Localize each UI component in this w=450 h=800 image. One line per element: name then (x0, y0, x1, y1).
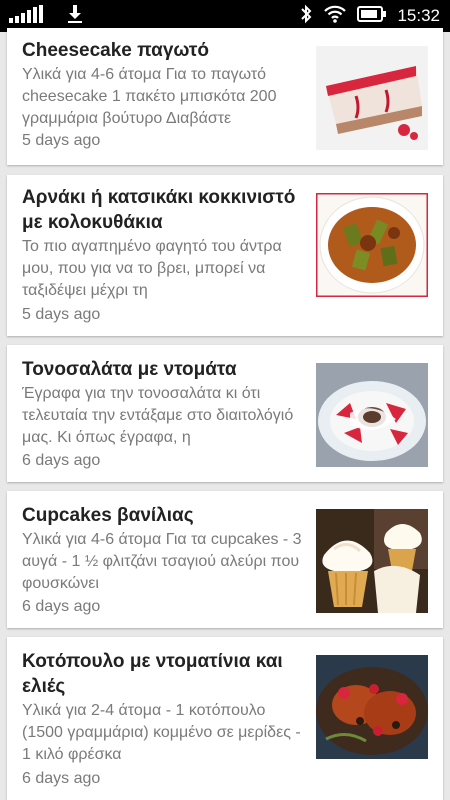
bluetooth-icon (299, 4, 313, 29)
recipe-description: Υλικά για 2-4 άτομα - 1 κοτόπουλο (1500 … (22, 702, 301, 763)
cupcakes-image (316, 509, 428, 613)
recipe-card[interactable]: Αρνάκι ή κατσικάκι κοκκινιστό με κολοκυθ… (7, 175, 443, 336)
recipe-description: Υλικά για 4-6 άτομα Για το παγωτό cheese… (22, 66, 277, 127)
recipe-age: 5 days ago (22, 132, 101, 149)
recipe-title: Αρνάκι ή κατσικάκι κοκκινιστό με κολοκυθ… (22, 187, 296, 233)
recipe-age: 6 days ago (22, 770, 101, 787)
tuna-salad-image (316, 363, 428, 467)
recipe-title: Κοτόπουλο με ντοματίνια και ελιές (22, 651, 283, 697)
recipe-description: Έγραφα για την τονοσαλάτα κι ότι τελευτα… (22, 385, 294, 446)
recipe-card[interactable]: Κοτόπουλο με ντοματίνια και ελιές Υλικά … (7, 637, 443, 800)
recipe-age: 6 days ago (22, 598, 101, 615)
recipe-title: Cheesecake παγωτό (22, 40, 210, 61)
battery-icon (357, 5, 387, 27)
recipe-age: 5 days ago (22, 306, 101, 323)
download-icon (66, 4, 84, 29)
recipe-title: Τονοσαλάτα με ντομάτα (22, 359, 237, 380)
recipe-description: Υλικά για 4-6 άτομα Για τα cupcakes - 3 … (22, 531, 302, 592)
signal-bars-icon (8, 4, 52, 28)
recipe-age: 6 days ago (22, 452, 101, 469)
chicken-dish-image (316, 655, 428, 759)
cheesecake-image (316, 46, 428, 150)
recipe-card[interactable]: Cupcakes βανίλιας Υλικά για 4-6 άτομα Γι… (7, 491, 443, 628)
recipe-description: Το πιο αγαπημένο φαγητό του άντρα μου, π… (22, 238, 282, 299)
recipe-card[interactable]: Cheesecake παγωτό Υλικά για 4-6 άτομα Γι… (7, 28, 443, 165)
recipe-title: Cupcakes βανίλιας (22, 505, 194, 526)
clock-time: 15:32 (397, 6, 440, 25)
recipe-card[interactable]: Τονοσαλάτα με ντομάτα Έγραφα για την τον… (7, 345, 443, 482)
lamb-stew-image (316, 193, 428, 297)
wifi-icon (323, 4, 347, 29)
